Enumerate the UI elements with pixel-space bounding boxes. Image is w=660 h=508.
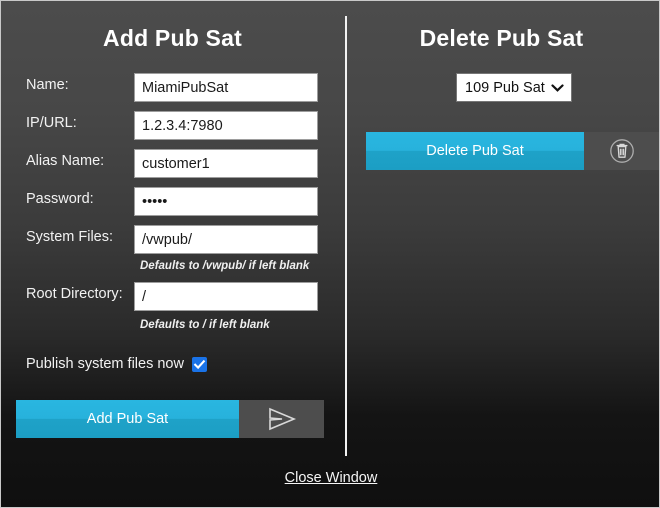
pub-sat-select-wrapper: 109 Pub Sat — [456, 73, 572, 102]
form-row-name: Name: — [1, 73, 344, 103]
form-row-password: Password: — [1, 187, 344, 217]
trash-icon — [609, 139, 634, 163]
add-pub-sat-panel: Add Pub Sat Name: IP/URL: Alias Name: Pa… — [1, 1, 344, 507]
pub-sat-select[interactable]: 109 Pub Sat — [456, 73, 572, 102]
hint-root-directory: Defaults to / if left blank — [140, 319, 270, 331]
publish-system-files-checkbox[interactable] — [192, 357, 207, 372]
ip-url-input[interactable] — [134, 111, 318, 140]
close-window-container: Close Window — [1, 469, 659, 487]
delete-panel-title: Delete Pub Sat — [419, 25, 584, 51]
publish-system-files-label: Publish system files now — [26, 356, 184, 372]
label-name: Name: — [26, 77, 69, 93]
password-input[interactable] — [134, 187, 318, 216]
send-icon — [268, 407, 296, 431]
form-row-alias-name: Alias Name: — [1, 149, 344, 179]
label-password: Password: — [26, 191, 94, 207]
delete-pub-sat-button[interactable]: Delete Pub Sat — [366, 132, 584, 170]
delete-pub-sat-action-bar: Delete Pub Sat — [366, 132, 659, 170]
system-files-input[interactable] — [134, 225, 318, 254]
form-row-ip-url: IP/URL: — [1, 111, 344, 141]
label-alias-name: Alias Name: — [26, 153, 105, 169]
form-row-system-files: System Files: — [1, 225, 344, 255]
root-directory-input[interactable] — [134, 282, 318, 311]
label-system-files: System Files: — [26, 229, 114, 245]
close-window-link[interactable]: Close Window — [285, 470, 378, 486]
delete-pub-sat-trash-button[interactable] — [584, 132, 659, 170]
add-pub-sat-send-button[interactable] — [239, 400, 324, 438]
hint-system-files: Defaults to /vwpub/ if left blank — [140, 260, 310, 272]
label-ip-url: IP/URL: — [26, 115, 77, 131]
label-root-directory: Root Directory: — [26, 286, 123, 302]
pub-sat-dialog-window: Add Pub Sat Name: IP/URL: Alias Name: Pa… — [0, 0, 660, 508]
check-icon — [193, 359, 206, 370]
add-panel-title: Add Pub Sat — [103, 25, 242, 51]
add-pub-sat-button[interactable]: Add Pub Sat — [16, 400, 239, 438]
alias-name-input[interactable] — [134, 149, 318, 178]
form-row-root-directory: Root Directory: — [1, 282, 344, 312]
add-pub-sat-action-bar: Add Pub Sat — [16, 400, 324, 438]
publish-system-files-row: Publish system files now — [1, 354, 344, 378]
delete-pub-sat-panel: Delete Pub Sat 109 Pub Sat Delete Pub Sa… — [344, 1, 659, 507]
name-input[interactable] — [134, 73, 318, 102]
